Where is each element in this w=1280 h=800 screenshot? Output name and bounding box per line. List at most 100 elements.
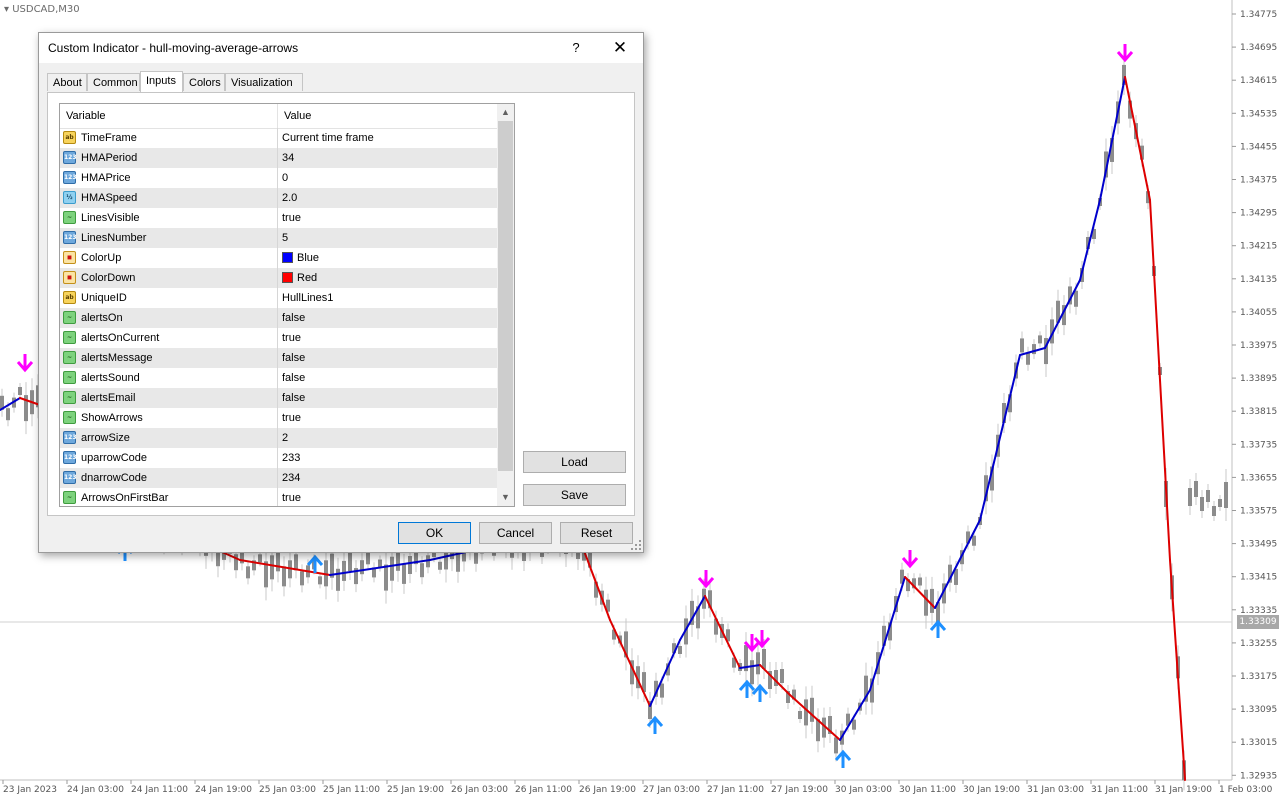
variable-name: LinesVisible	[81, 212, 140, 224]
time-axis-label: 1 Feb 03:00	[1219, 785, 1273, 795]
variable-name: alertsMessage	[81, 352, 153, 364]
candle-body	[258, 554, 262, 563]
price-axis-label: 1.34055	[1240, 308, 1277, 318]
price-axis-label: 1.34135	[1240, 275, 1277, 285]
ok-button[interactable]: OK	[398, 522, 471, 544]
value-cell[interactable]: false	[278, 308, 497, 328]
input-row-dnarrowcode[interactable]: 123 dnarrowCode 234	[60, 468, 497, 488]
candle-body	[1020, 338, 1024, 353]
input-row-colordown[interactable]: ◼ ColorDown Red	[60, 268, 497, 288]
value-cell[interactable]: false	[278, 368, 497, 388]
variable-cell: 123 arrowSize	[60, 428, 278, 448]
reset-button[interactable]: Reset	[560, 522, 633, 544]
resize-grip-icon[interactable]	[631, 540, 641, 550]
candle-body	[660, 683, 664, 698]
value-cell[interactable]: 234	[278, 468, 497, 488]
input-row-alertsmessage[interactable]: ~ alertsMessage false	[60, 348, 497, 368]
close-button[interactable]: ✕	[608, 37, 632, 59]
time-axis-label: 25 Jan 19:00	[387, 785, 444, 795]
value-cell[interactable]: Red	[278, 268, 497, 288]
tab-colors[interactable]: Colors	[183, 73, 225, 91]
variable-cell: ~ alertsEmail	[60, 388, 278, 408]
tab-common[interactable]: Common	[87, 73, 140, 91]
value-cell[interactable]: 2	[278, 428, 497, 448]
input-row-alertson[interactable]: ~ alertsOn false	[60, 308, 497, 328]
chart-menu-triangle-icon[interactable]: ▾	[4, 4, 12, 15]
save-button[interactable]: Save	[523, 484, 626, 506]
tab-visualization[interactable]: Visualization	[225, 73, 303, 91]
value-cell[interactable]: true	[278, 408, 497, 428]
input-row-hmaprice[interactable]: 123 HMAPrice 0	[60, 168, 497, 188]
input-row-linesvisible[interactable]: ~ LinesVisible true	[60, 208, 497, 228]
grid-scrollbar[interactable]: ▲ ▼	[497, 104, 514, 506]
input-row-alertsemail[interactable]: ~ alertsEmail false	[60, 388, 497, 408]
column-header-value[interactable]: Value	[278, 104, 497, 128]
input-row-colorup[interactable]: ◼ ColorUp Blue	[60, 248, 497, 268]
input-row-uniqueid[interactable]: ab UniqueID HullLines1	[60, 288, 497, 308]
up-arrow-signal-icon	[929, 619, 947, 638]
color-type-icon: ◼	[63, 251, 76, 264]
variable-cell: ab UniqueID	[60, 288, 278, 308]
input-row-alertssound[interactable]: ~ alertsSound false	[60, 368, 497, 388]
candle-body	[852, 719, 856, 730]
candle-body	[246, 566, 250, 579]
variable-cell: 123 dnarrowCode	[60, 468, 278, 488]
input-row-showarrows[interactable]: ~ ShowArrows true	[60, 408, 497, 428]
value-cell[interactable]: 5	[278, 228, 497, 248]
value-cell[interactable]: true	[278, 328, 497, 348]
value-cell[interactable]: false	[278, 348, 497, 368]
down-arrow-signal-icon	[1116, 44, 1134, 63]
value-cell[interactable]: HullLines1	[278, 288, 497, 308]
tab-about[interactable]: About	[47, 73, 87, 91]
variable-cell: ◼ ColorDown	[60, 268, 278, 288]
value-cell[interactable]: true	[278, 208, 497, 228]
variable-cell: 123 HMAPrice	[60, 168, 278, 188]
integer-type-icon: 123	[63, 151, 77, 164]
scroll-up-arrow-icon[interactable]: ▲	[497, 104, 514, 121]
column-header-variable[interactable]: Variable	[60, 104, 278, 128]
grid-header: Variable Value	[60, 104, 497, 129]
help-button[interactable]: ?	[566, 37, 586, 59]
variable-name: ColorDown	[81, 272, 136, 284]
dialog-titlebar[interactable]: Custom Indicator - hull-moving-average-a…	[39, 33, 643, 63]
value-cell[interactable]: 2.0	[278, 188, 497, 208]
input-row-timeframe[interactable]: ab TimeFrame Current time frame	[60, 128, 497, 148]
price-axis-label: 1.33575	[1240, 507, 1277, 517]
value-cell[interactable]: 0	[278, 168, 497, 188]
boolean-type-icon: ~	[63, 351, 76, 364]
hull-ma-segment	[1099, 76, 1126, 201]
time-axis-label: 25 Jan 11:00	[323, 785, 380, 795]
input-row-hmaperiod[interactable]: 123 HMAPeriod 34	[60, 148, 497, 168]
value-text: false	[282, 392, 306, 404]
down-arrow-signal-icon	[16, 354, 34, 373]
input-row-arrowsonfirstbar[interactable]: ~ ArrowsOnFirstBar true	[60, 488, 497, 506]
input-row-alertsoncurrent[interactable]: ~ alertsOnCurrent true	[60, 328, 497, 348]
value-cell[interactable]: false	[278, 388, 497, 408]
hull-ma-segment	[934, 519, 981, 609]
up-arrow-signal-icon	[751, 683, 769, 702]
scrollbar-thumb[interactable]	[498, 121, 513, 471]
value-cell[interactable]: Current time frame	[278, 128, 497, 148]
hull-ma-segment	[1124, 76, 1151, 201]
input-row-arrowsize[interactable]: 123 arrowSize 2	[60, 428, 497, 448]
boolean-type-icon: ~	[63, 371, 76, 384]
load-button[interactable]: Load	[523, 451, 626, 473]
value-cell[interactable]: 233	[278, 448, 497, 468]
input-row-uparrowcode[interactable]: 123 uparrowCode 233	[60, 448, 497, 468]
price-axis-label: 1.34455	[1240, 142, 1277, 152]
value-cell[interactable]: Blue	[278, 248, 497, 268]
input-row-linesnumber[interactable]: 123 LinesNumber 5	[60, 228, 497, 248]
input-row-hmaspeed[interactable]: ½ HMASpeed 2.0	[60, 188, 497, 208]
value-text: 34	[282, 152, 295, 164]
value-cell[interactable]: 34	[278, 148, 497, 168]
hull-ma-segment	[789, 694, 841, 741]
value-cell[interactable]: true	[278, 488, 497, 506]
candle-body	[798, 711, 802, 719]
candle-body	[930, 588, 934, 613]
candle-body	[780, 669, 784, 683]
tab-inputs[interactable]: Inputs	[140, 71, 183, 92]
scroll-down-arrow-icon[interactable]: ▼	[497, 489, 514, 506]
cancel-button[interactable]: Cancel	[479, 522, 552, 544]
candle-body	[678, 646, 682, 654]
value-text: true	[282, 492, 301, 504]
